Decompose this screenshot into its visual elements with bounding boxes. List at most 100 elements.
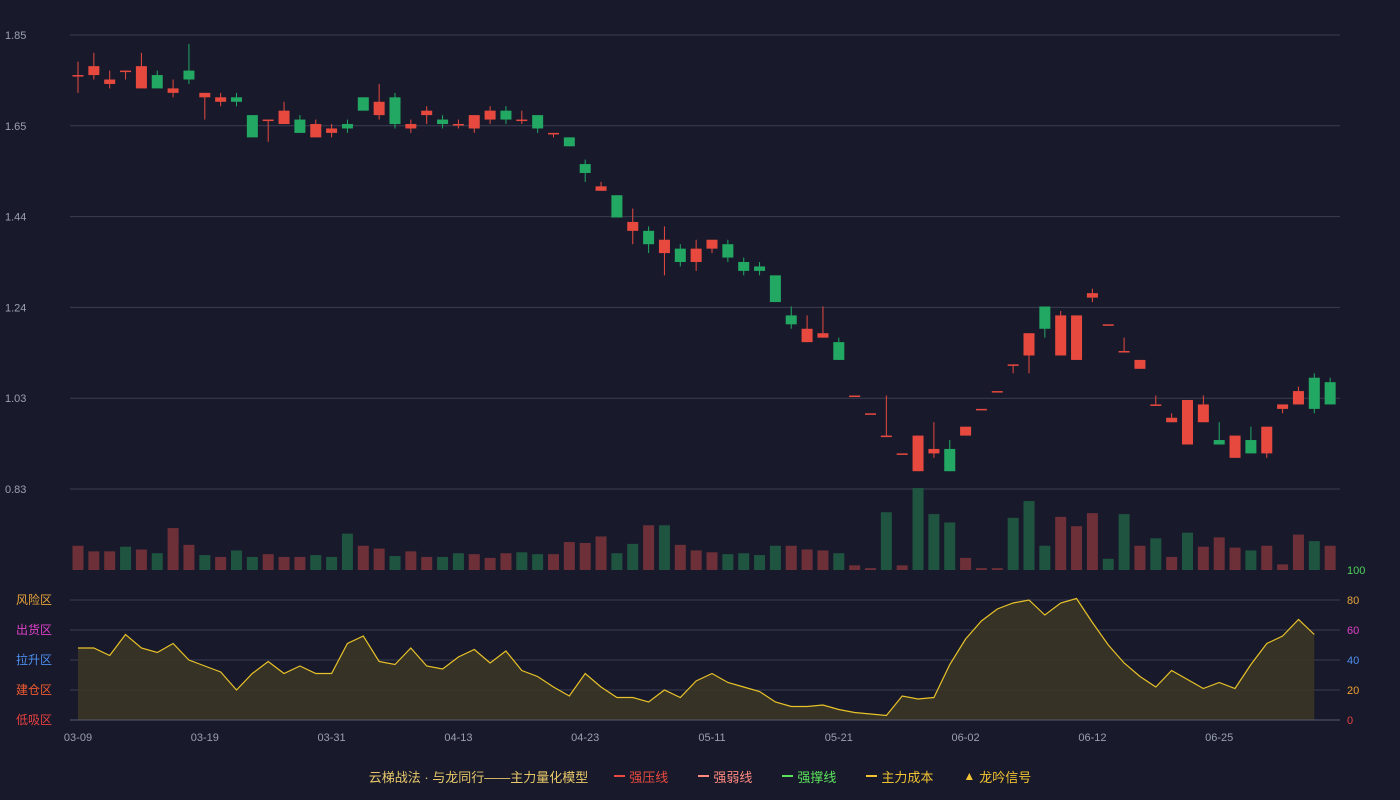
volume-bar [151,553,163,570]
candle-body [1166,417,1178,423]
volume-bar [865,568,876,570]
volume-bar [1292,534,1304,570]
candle-body [833,342,845,360]
volume-bar [801,549,813,570]
candle-body [991,391,1003,393]
price-tick-label: 1.85 [5,30,26,42]
volume-bar [754,555,766,570]
date-tick-label: 04-13 [444,732,472,744]
candle-body [246,115,258,138]
candle-body [769,275,781,303]
volume-bar [896,565,908,570]
oscillator-tick-label: 20 [1347,685,1359,697]
volume-bar [1055,516,1067,570]
candle-body [1086,293,1098,298]
volume-bar [611,553,623,570]
candle-body [88,66,100,76]
candle-body [215,97,227,102]
date-tick-label: 06-02 [952,732,980,744]
volume-bar [437,556,449,570]
volume-bar [215,556,227,570]
candle-body [785,315,797,325]
volume-bar [1023,501,1035,570]
candle-body [880,435,892,438]
legend-item-strength-line[interactable]: 强弱线 [698,767,752,786]
zone-label: 出货区 [16,622,52,637]
candle-body [896,453,908,455]
date-tick-label: 06-12 [1078,732,1106,744]
volume-bar [1134,545,1146,570]
volume-bar [104,551,116,570]
candle-body [373,101,385,116]
candle-body [579,164,591,173]
volume-bar [1182,532,1193,570]
candle-body [674,248,686,262]
candle-body [500,110,512,120]
legend: 云梯战法 · 与龙同行——主力量化模型 强压线 强弱线 强撑线 主力成本 ▲ 龙… [0,766,1400,786]
volume-bar [1324,545,1336,570]
candle-body [690,248,702,262]
volume-bar [960,557,972,570]
candle-body [484,110,496,120]
legend-item-strong-support[interactable]: 强撑线 [782,767,836,786]
date-axis: 03-09 03-19 03-31 04-13 04-23 05-11 05-21 06-02… [64,719,1340,744]
volume-bar [1197,546,1209,570]
candle-body [563,137,575,147]
volume-bar [484,557,496,570]
volume-bar [1071,526,1083,570]
volume-bar [928,514,940,570]
candle-body [294,119,306,133]
volume-bar [231,550,242,570]
volume-bar [199,555,211,570]
candle-body [1308,377,1320,409]
candle-body [754,266,766,271]
legend-label: 强压线 [629,769,669,785]
volume-bar [1166,556,1178,570]
volume-bar [183,544,195,570]
date-tick-label: 03-09 [64,732,92,744]
volume-bar [278,556,290,570]
volume-bar [500,553,512,570]
candle-body [960,426,972,436]
candle-body [1118,351,1130,353]
volume-bar [912,488,924,570]
zone-label: 建仓区 [16,683,52,697]
triangle-icon: ▲ [963,769,976,783]
volume-bar [690,550,702,570]
volume-bar [405,551,417,570]
date-tick-label: 04-23 [571,732,599,744]
candle-body [1134,359,1146,369]
candle-body [72,75,84,77]
candle-body [912,435,924,472]
candle-body [928,448,940,454]
volume-bar [357,545,369,570]
volume-bar [389,556,401,570]
volume-bar [1039,545,1051,570]
date-tick-label: 05-21 [825,732,853,744]
dashed-line-swatch-icon [698,775,710,777]
oscillator-axis: 100 80 60 40 20 0 [1347,565,1365,727]
volume-bar [294,556,306,570]
candle-body [135,66,147,89]
candle-body [1229,435,1241,458]
volume-bar [833,553,845,570]
volume-bar [532,554,544,570]
legend-item-strong-resistance[interactable]: 强压线 [614,767,668,786]
candle-body [738,262,750,271]
volume-bar [452,553,464,570]
legend-item-dragon-signal[interactable]: ▲ 龙吟信号 [963,767,1031,786]
candle-body [357,97,369,111]
legend-label: 强弱线 [713,769,753,785]
zone-label: 低吸区 [16,713,52,727]
candle-body [944,448,956,472]
volume-bar [738,553,750,570]
volume-bars [72,488,1336,570]
oscillator-tick-label: 80 [1347,595,1359,607]
volume-bar [579,542,591,570]
candle-body [231,97,242,102]
legend-item-main-cost[interactable]: 主力成本 [866,767,933,786]
candle-body [627,221,639,231]
dashed-line-swatch-icon [866,775,878,777]
candle-body [658,239,670,254]
candle-body [1277,404,1289,409]
